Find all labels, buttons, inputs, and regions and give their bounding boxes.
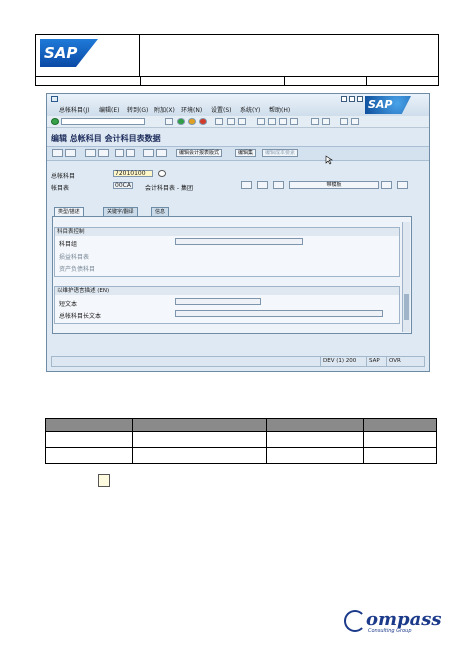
table-header-row [45,418,437,432]
account-control-group: 科目表控制 [54,227,400,277]
info-table [45,418,437,464]
next-icon[interactable] [126,149,135,157]
scroll-thumb[interactable] [404,294,409,320]
tab-type-description[interactable]: 类型/描述 [54,207,84,216]
header-table: SAP [35,34,439,86]
gl-account-input[interactable]: 72010100 [113,170,153,177]
reset-icon[interactable] [158,170,166,177]
header-row-2 [36,76,438,87]
minimize-icon[interactable] [341,96,347,102]
chart-of-accounts-input[interactable]: 00CA [113,182,133,189]
shortcut-icon[interactable] [322,118,330,125]
menu-help[interactable]: 帮助(H) [269,105,290,114]
mouse-cursor-icon [325,155,333,165]
next-page-icon[interactable] [279,118,287,125]
tab-keyword-translation[interactable]: 关键字/翻译 [103,207,138,216]
document-icon [98,474,110,487]
table-row [45,447,437,464]
header-divider [284,76,285,86]
find-next-icon[interactable] [238,118,246,125]
enter-icon[interactable] [51,118,59,125]
display-change-icon[interactable] [52,149,63,157]
menu-gl-account[interactable]: 总帐科目(J) [59,105,89,114]
menu-settings[interactable]: 设置(S) [211,105,232,114]
pencil-icon[interactable] [257,181,268,189]
last-page-icon[interactable] [290,118,298,125]
long-text-input[interactable] [175,310,383,317]
save-icon[interactable] [165,118,173,125]
maximize-icon[interactable] [349,96,355,102]
logo-cell: SAP [36,35,140,76]
with-template-button[interactable]: 带模板 [289,181,379,189]
menu-goto[interactable]: 转到(G) [127,105,148,114]
short-text-label: 短文本 [59,301,78,308]
help-icon[interactable] [340,118,348,125]
compass-subtitle: Consulting Group [368,628,412,634]
lock-icon[interactable] [381,181,392,189]
menu-edit[interactable]: 编辑(E) [99,105,119,114]
menu-system[interactable]: 系统(Y) [240,105,260,114]
copy-icon[interactable] [85,149,96,157]
close-icon[interactable] [357,96,363,102]
delete-icon[interactable] [98,149,109,157]
compass-brand: ompass [366,609,442,630]
sap-logo: SAP [40,39,98,67]
first-page-icon[interactable] [257,118,265,125]
balance-sheet-radio[interactable]: 资产负债科目 [59,264,95,273]
search-glasses-icon[interactable] [241,181,252,189]
find-icon[interactable] [227,118,235,125]
print-icon[interactable] [215,118,223,125]
edit-cost-element-button[interactable]: 编辑成本要素 [262,149,299,157]
account-group-label: 科目组 [59,241,78,248]
previous-page-icon[interactable] [268,118,276,125]
trash-icon[interactable] [397,181,408,189]
short-text-input[interactable] [175,298,261,305]
status-server: SAP [366,357,382,366]
layout-icon[interactable] [351,118,359,125]
pl-account-radio[interactable]: 损益科目表 [59,252,89,261]
header-divider [366,76,367,86]
chart-of-accounts-description: 会计科目表 - 集团 [145,185,193,192]
previous-icon[interactable] [115,149,124,157]
status-system[interactable]: DEV (1) 200 [320,357,358,366]
long-text-label: 总帐科目长文本 [59,313,102,320]
chart-of-accounts-label: 帐目表 [51,185,70,192]
status-mode[interactable]: OVR [386,357,403,366]
sap-window: 总帐科目(J) 编辑(E) 转到(G) 附加(X) 环境(N) 设置(S) 系统… [46,93,430,372]
tab-information[interactable]: 信息 [151,207,170,216]
other-object-icon[interactable] [65,149,76,157]
gl-account-label: 总帐科目 [51,173,76,180]
sap-brand-logo: SAP [365,96,411,114]
menu-extras[interactable]: 附加(X) [154,105,175,114]
cancel-icon[interactable] [199,118,207,125]
edit-financial-statement-button[interactable]: 编辑会计报表版式 [176,149,223,157]
back-icon[interactable] [177,118,185,125]
new-session-icon[interactable] [311,118,319,125]
menu-environment[interactable]: 环境(N) [181,105,202,114]
group-title: 科目表控制 [55,228,399,236]
status-bar: DEV (1) 200 SAP OVR [51,356,425,367]
command-field[interactable] [61,118,145,125]
group-title: 以维护语言描述 (EN) [55,287,399,295]
window-menu-icon[interactable] [51,96,58,102]
exit-icon[interactable] [188,118,196,125]
table-row [45,431,437,448]
page-title: 编辑 总帐科目 会计科目表数据 [51,134,161,143]
edit-set-button[interactable]: 编辑集 [235,149,257,157]
info-icon[interactable] [156,149,167,157]
description-group: 以维护语言描述 (EN) [54,286,400,324]
vertical-scrollbar[interactable] [402,222,410,332]
compass-logo-icon [344,610,366,632]
menu-bar: 总帐科目(J) 编辑(E) 转到(G) 附加(X) 环境(N) 设置(S) 系统… [47,94,429,116]
create-document-icon[interactable] [273,181,284,189]
account-group-select[interactable] [175,238,303,245]
where-used-icon[interactable] [143,149,154,157]
header-divider [140,76,141,86]
